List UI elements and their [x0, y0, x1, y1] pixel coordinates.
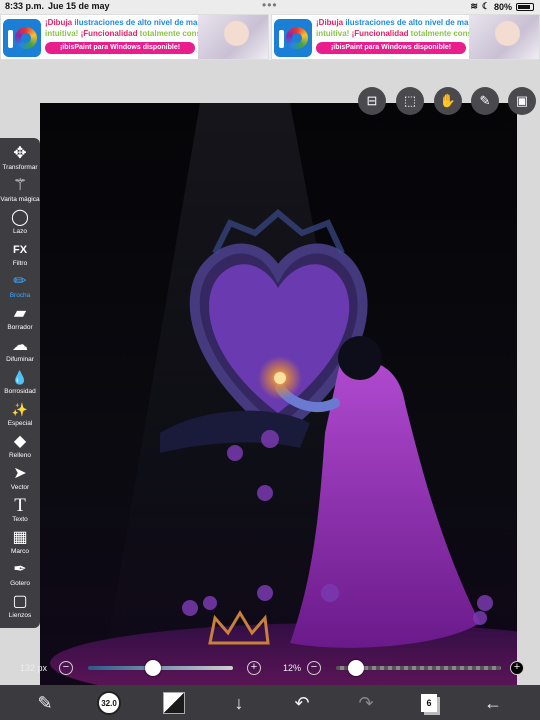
status-bar: 8:33 p.m. Jue 15 de may ••• ≋ ☾ 80% — [0, 0, 540, 14]
bottom-toolbar — [0, 685, 540, 720]
sparkle-icon: ✨ — [11, 402, 29, 417]
ad-line-1: ¡Dibuja ilustraciones de alto nivel de m… — [316, 18, 486, 27]
status-date: Jue 15 de may — [48, 1, 110, 11]
artwork — [50, 103, 517, 690]
eyedropper-icon[interactable]: ✎ — [471, 87, 499, 115]
ad-character-image — [198, 15, 268, 59]
ad-cta-button[interactable]: ¡ibisPaint para Windows disponible! — [45, 42, 195, 54]
reference-image-icon[interactable]: ▣ — [508, 87, 536, 115]
tool-magic-wand[interactable]: ⚚ Varita mágica — [0, 176, 40, 208]
layers-button[interactable]: 6 — [416, 690, 442, 716]
fx-icon: FX — [12, 244, 28, 256]
magic-wand-icon: ⚚ — [12, 177, 28, 194]
download-arrow-icon[interactable]: ↓ — [226, 690, 252, 716]
hand-icon[interactable]: ✋ — [434, 87, 462, 115]
tool-vector[interactable]: ➤ Vector — [0, 464, 40, 496]
tool-filter[interactable]: FX Filtro — [0, 240, 40, 272]
quick-eraser-icon[interactable]: ✎ — [32, 690, 58, 716]
status-right: ≋ ☾ 80% — [470, 1, 534, 12]
tool-palette: ✥ Transformar ⚚ Varita mágica ◯ Lazo FX Filt… — [0, 138, 40, 628]
opacity-knob[interactable] — [347, 660, 364, 676]
move-icon: ✥ — [13, 145, 27, 162]
tool-fill[interactable]: ◆ Relleno — [0, 432, 40, 464]
opacity-minus-button[interactable]: − — [307, 661, 321, 675]
ad-line-1: ¡Dibuja ilustraciones de alto nivel de m… — [45, 18, 215, 27]
tool-text[interactable]: T Texto — [0, 496, 40, 528]
layer-toggle-icon[interactable]: ⊟ — [358, 87, 386, 115]
drop-icon: 💧 — [11, 370, 29, 385]
lasso-icon: ◯ — [11, 209, 29, 226]
brush-size-plus-button[interactable]: + — [247, 661, 261, 675]
drawing-canvas[interactable] — [40, 103, 517, 690]
frame-icon: ▦ — [12, 529, 28, 546]
ad-banner[interactable]: ¡Dibuja ilustraciones de alto nivel de m… — [0, 14, 540, 60]
battery-percent: 80% — [493, 1, 512, 12]
canvas-icon: ▢ — [12, 593, 28, 610]
tool-special[interactable]: ✨ Especial — [0, 400, 40, 432]
ad-tile[interactable]: ¡Dibuja ilustraciones de alto nivel de m… — [271, 14, 540, 60]
ibispaint-logo-icon — [274, 19, 312, 57]
tool-eraser[interactable]: ▰ Borrador — [0, 304, 40, 336]
undo-icon[interactable]: ↶ — [289, 690, 315, 716]
brush-size-value: 132 px — [20, 663, 48, 673]
tool-smudge[interactable]: ☁ Difuminar — [0, 336, 40, 368]
ad-cta-button[interactable]: ¡ibisPaint para Windows disponible! — [316, 42, 466, 54]
back-arrow-icon[interactable]: ← — [480, 690, 506, 716]
cursor-icon: ➤ — [13, 465, 27, 482]
tool-transform[interactable]: ✥ Transformar — [0, 144, 40, 176]
brush-size-minus-button[interactable]: − — [59, 661, 73, 675]
opacity-plus-button[interactable]: + — [510, 661, 524, 675]
status-time: 8:33 p.m. — [5, 1, 45, 11]
multitask-dots-icon[interactable]: ••• — [262, 0, 278, 12]
tool-canvas[interactable]: ▢ Lienzos — [0, 592, 40, 624]
tool-blur[interactable]: 💧 Borrosidad — [0, 368, 40, 400]
battery-icon — [516, 2, 534, 11]
ad-character-image — [469, 15, 539, 59]
ibispaint-logo-icon — [3, 19, 41, 57]
tool-frame[interactable]: ▦ Marco — [0, 528, 40, 560]
eyedropper-icon: ✒ — [13, 561, 27, 578]
smudge-icon: ☁ — [12, 337, 28, 354]
wifi-icon: ≋ — [470, 1, 478, 11]
redo-icon[interactable]: ↷ — [353, 690, 379, 716]
opacity-value: 12% — [283, 663, 302, 673]
bucket-icon: ◆ — [13, 433, 27, 450]
tool-eyedropper[interactable]: ✒ Gotero — [0, 560, 40, 592]
selection-icon[interactable]: ⬚ — [396, 87, 424, 115]
tool-lasso[interactable]: ◯ Lazo — [0, 208, 40, 240]
text-icon: T — [14, 495, 26, 516]
brush-icon: ✏ — [13, 273, 27, 290]
ad-tile[interactable]: ¡Dibuja ilustraciones de alto nivel de m… — [0, 14, 269, 60]
brush-size-badge[interactable]: 32.0 — [96, 690, 122, 716]
eraser-icon: ▰ — [13, 305, 27, 322]
moon-icon: ☾ — [481, 1, 490, 11]
color-swatch[interactable] — [161, 690, 187, 716]
tool-brush[interactable]: ✏ Brocha — [0, 272, 40, 304]
